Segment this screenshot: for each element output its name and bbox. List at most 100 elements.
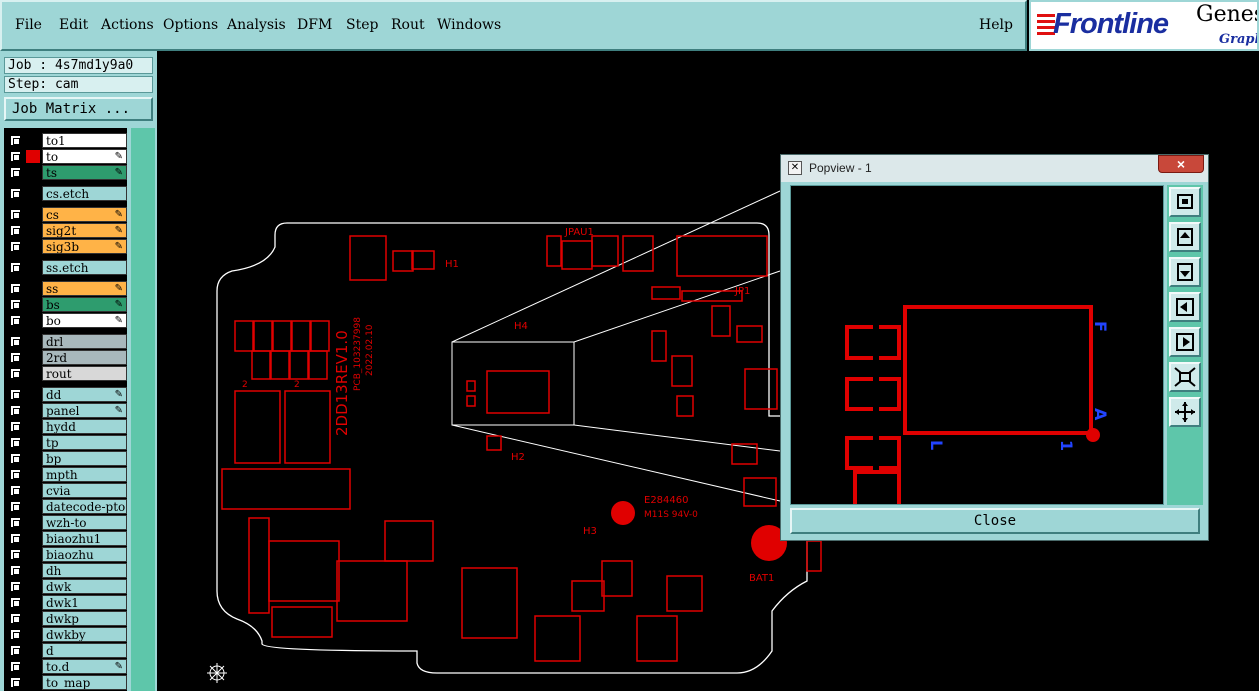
layer-color-swatch[interactable] bbox=[26, 436, 40, 449]
menu-file[interactable]: File bbox=[15, 17, 42, 33]
layer-name[interactable]: rout bbox=[42, 366, 127, 381]
job-matrix-button[interactable]: Job Matrix ... bbox=[4, 97, 153, 121]
layer-color-swatch[interactable] bbox=[26, 580, 40, 593]
layer-name[interactable]: d bbox=[42, 643, 127, 658]
layer-color-swatch[interactable] bbox=[26, 420, 40, 433]
menu-actions[interactable]: Actions bbox=[101, 17, 154, 33]
menu-rout[interactable]: Rout bbox=[391, 17, 425, 33]
layer-row[interactable]: to1 bbox=[4, 132, 127, 148]
layer-color-swatch[interactable] bbox=[26, 388, 40, 401]
menu-options[interactable]: Options bbox=[163, 17, 218, 33]
layer-color-swatch[interactable] bbox=[26, 468, 40, 481]
layer-row[interactable]: dd ✎ bbox=[4, 386, 127, 402]
layer-color-swatch[interactable] bbox=[26, 208, 40, 221]
menu-analysis[interactable]: Analysis bbox=[227, 17, 286, 33]
layer-checkbox[interactable] bbox=[10, 469, 21, 480]
layer-list-scrollbar[interactable] bbox=[129, 128, 155, 691]
menu-windows[interactable]: Windows bbox=[437, 17, 501, 33]
layer-row[interactable]: dwkby bbox=[4, 626, 127, 642]
zoom-out-button[interactable] bbox=[1169, 397, 1201, 427]
layer-color-swatch[interactable] bbox=[26, 548, 40, 561]
layer-color-swatch[interactable] bbox=[26, 298, 40, 311]
layer-row[interactable]: rout bbox=[4, 365, 127, 381]
layer-name[interactable]: to.d ✎ bbox=[42, 659, 127, 674]
layer-row[interactable]: sig3b ✎ bbox=[4, 238, 127, 254]
layer-checkbox[interactable] bbox=[10, 315, 21, 326]
layer-checkbox[interactable] bbox=[10, 437, 21, 448]
layer-name[interactable]: dwk bbox=[42, 579, 127, 594]
layer-name[interactable]: ss ✎ bbox=[42, 281, 127, 296]
layer-row[interactable]: cs ✎ bbox=[4, 206, 127, 222]
layer-color-swatch[interactable] bbox=[26, 612, 40, 625]
layer-name[interactable]: dwkby bbox=[42, 627, 127, 642]
layer-checkbox[interactable] bbox=[10, 517, 21, 528]
layer-color-swatch[interactable] bbox=[26, 240, 40, 253]
layer-row[interactable]: to ✎ bbox=[4, 148, 127, 164]
layer-name[interactable]: ss.etch bbox=[42, 260, 127, 275]
layer-row[interactable]: 2rd bbox=[4, 349, 127, 365]
layer-checkbox[interactable] bbox=[10, 405, 21, 416]
pan-right-button[interactable] bbox=[1169, 327, 1201, 357]
pan-up-button[interactable] bbox=[1169, 222, 1201, 252]
layer-color-swatch[interactable] bbox=[26, 261, 40, 274]
layer-color-swatch[interactable] bbox=[26, 314, 40, 327]
layer-color-swatch[interactable] bbox=[26, 660, 40, 673]
layer-checkbox[interactable] bbox=[10, 549, 21, 560]
layer-name[interactable]: datecode-pto bbox=[42, 499, 127, 514]
layer-color-swatch[interactable] bbox=[26, 644, 40, 657]
layer-name[interactable]: 2rd bbox=[42, 350, 127, 365]
layer-row[interactable]: ts ✎ bbox=[4, 164, 127, 180]
layer-row[interactable]: dwk1 bbox=[4, 594, 127, 610]
menu-edit[interactable]: Edit bbox=[59, 17, 88, 33]
layer-color-swatch[interactable] bbox=[26, 134, 40, 147]
layer-name[interactable]: wzh-to bbox=[42, 515, 127, 530]
layer-color-swatch[interactable] bbox=[26, 452, 40, 465]
layer-checkbox[interactable] bbox=[10, 677, 21, 688]
layer-row[interactable]: d bbox=[4, 642, 127, 658]
layer-row[interactable]: wzh-to bbox=[4, 514, 127, 530]
layer-row[interactable]: cvia bbox=[4, 482, 127, 498]
layer-checkbox[interactable] bbox=[10, 283, 21, 294]
layer-row[interactable]: tp bbox=[4, 434, 127, 450]
layer-row[interactable]: dh bbox=[4, 562, 127, 578]
layer-color-swatch[interactable] bbox=[26, 500, 40, 513]
layer-name[interactable]: bp bbox=[42, 451, 127, 466]
layer-color-swatch[interactable] bbox=[26, 351, 40, 364]
layer-row[interactable]: hydd bbox=[4, 418, 127, 434]
menu-help[interactable]: Help bbox=[979, 17, 1013, 33]
layer-checkbox[interactable] bbox=[10, 352, 21, 363]
layer-color-swatch[interactable] bbox=[26, 335, 40, 348]
layer-checkbox[interactable] bbox=[10, 151, 21, 162]
layer-name[interactable]: sig2t ✎ bbox=[42, 223, 127, 238]
layer-checkbox[interactable] bbox=[10, 368, 21, 379]
pan-down-button[interactable] bbox=[1169, 257, 1201, 287]
layer-row[interactable]: bp bbox=[4, 450, 127, 466]
layer-checkbox[interactable] bbox=[10, 613, 21, 624]
layer-color-swatch[interactable] bbox=[26, 484, 40, 497]
layer-checkbox[interactable] bbox=[10, 597, 21, 608]
layer-checkbox[interactable] bbox=[10, 565, 21, 576]
layer-row[interactable]: mpth bbox=[4, 466, 127, 482]
layer-row[interactable]: ss ✎ bbox=[4, 280, 127, 296]
layer-name[interactable]: bo ✎ bbox=[42, 313, 127, 328]
layer-checkbox[interactable] bbox=[10, 135, 21, 146]
layer-checkbox[interactable] bbox=[10, 336, 21, 347]
layer-row[interactable]: bs ✎ bbox=[4, 296, 127, 312]
layer-row[interactable]: dwk bbox=[4, 578, 127, 594]
layer-row[interactable]: panel ✎ bbox=[4, 402, 127, 418]
layer-color-swatch[interactable] bbox=[26, 224, 40, 237]
layer-color-swatch[interactable] bbox=[26, 150, 40, 163]
layer-checkbox[interactable] bbox=[10, 629, 21, 640]
layer-checkbox[interactable] bbox=[10, 389, 21, 400]
window-close-button[interactable]: × bbox=[1158, 155, 1204, 173]
layer-row[interactable]: bo ✎ bbox=[4, 312, 127, 328]
layer-color-swatch[interactable] bbox=[26, 367, 40, 380]
layer-name[interactable]: dwkp bbox=[42, 611, 127, 626]
layer-color-swatch[interactable] bbox=[26, 564, 40, 577]
layer-row[interactable]: sig2t ✎ bbox=[4, 222, 127, 238]
layer-color-swatch[interactable] bbox=[26, 282, 40, 295]
layer-name[interactable]: biaozhu bbox=[42, 547, 127, 562]
layer-name[interactable]: to1 bbox=[42, 133, 127, 148]
layer-checkbox[interactable] bbox=[10, 262, 21, 273]
layer-name[interactable]: cvia bbox=[42, 483, 127, 498]
